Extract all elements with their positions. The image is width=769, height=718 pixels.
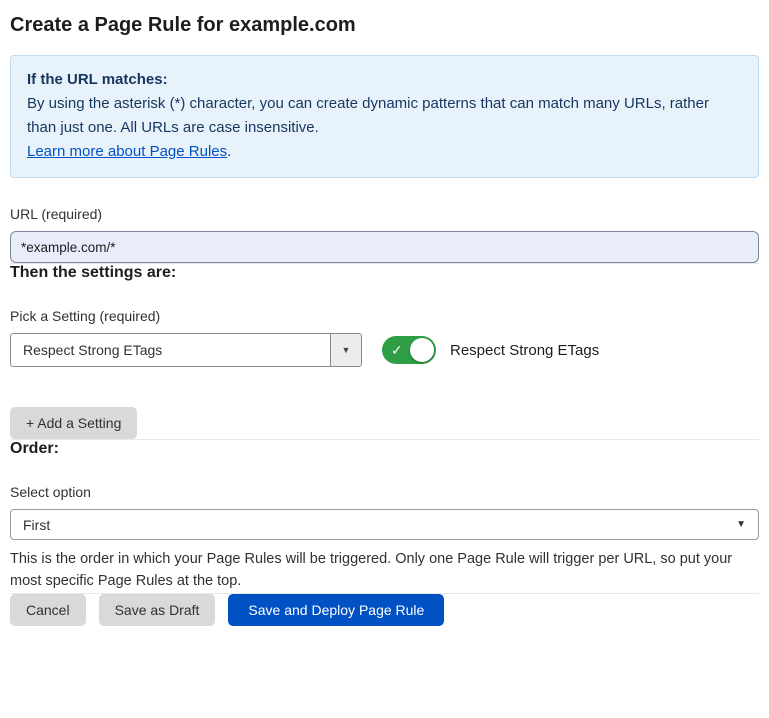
check-icon: ✓	[391, 343, 403, 357]
action-buttons: Cancel Save as Draft Save and Deploy Pag…	[10, 594, 759, 626]
info-box-body: By using the asterisk (*) character, you…	[27, 92, 742, 140]
cancel-button[interactable]: Cancel	[10, 594, 86, 626]
page-title: Create a Page Rule for example.com	[10, 14, 759, 37]
info-box-heading: If the URL matches:	[27, 68, 742, 92]
save-as-draft-button[interactable]: Save as Draft	[99, 594, 216, 626]
toggle-label: Respect Strong ETags	[450, 342, 599, 359]
setting-select-value: Respect Strong ETags	[11, 334, 330, 366]
toggle-knob	[410, 338, 434, 362]
save-and-deploy-button[interactable]: Save and Deploy Page Rule	[228, 594, 444, 626]
order-select-label: Select option	[10, 484, 759, 500]
add-setting-button[interactable]: + Add a Setting	[10, 407, 137, 439]
etags-toggle[interactable]: ✓	[382, 336, 436, 364]
order-select-value: First	[23, 517, 50, 533]
chevron-down-icon[interactable]: ▼	[330, 334, 361, 366]
url-input[interactable]	[10, 231, 759, 263]
setting-select[interactable]: Respect Strong ETags ▼	[10, 333, 362, 367]
link-suffix: .	[227, 143, 231, 160]
order-heading: Order:	[10, 440, 759, 458]
chevron-down-icon: ▼	[736, 519, 746, 530]
info-box-link-row: Learn more about Page Rules.	[27, 140, 742, 164]
order-select[interactable]: First ▼	[10, 509, 759, 540]
url-match-info-box: If the URL matches: By using the asteris…	[10, 55, 759, 178]
settings-heading: Then the settings are:	[10, 264, 759, 282]
pick-setting-label: Pick a Setting (required)	[10, 308, 759, 324]
create-page-rule-form: Create a Page Rule for example.com If th…	[0, 0, 769, 644]
url-label: URL (required)	[10, 206, 759, 222]
order-help-text: This is the order in which your Page Rul…	[10, 549, 755, 593]
setting-row: Respect Strong ETags ▼ ✓ Respect Strong …	[10, 333, 759, 367]
learn-more-link[interactable]: Learn more about Page Rules	[27, 143, 227, 160]
